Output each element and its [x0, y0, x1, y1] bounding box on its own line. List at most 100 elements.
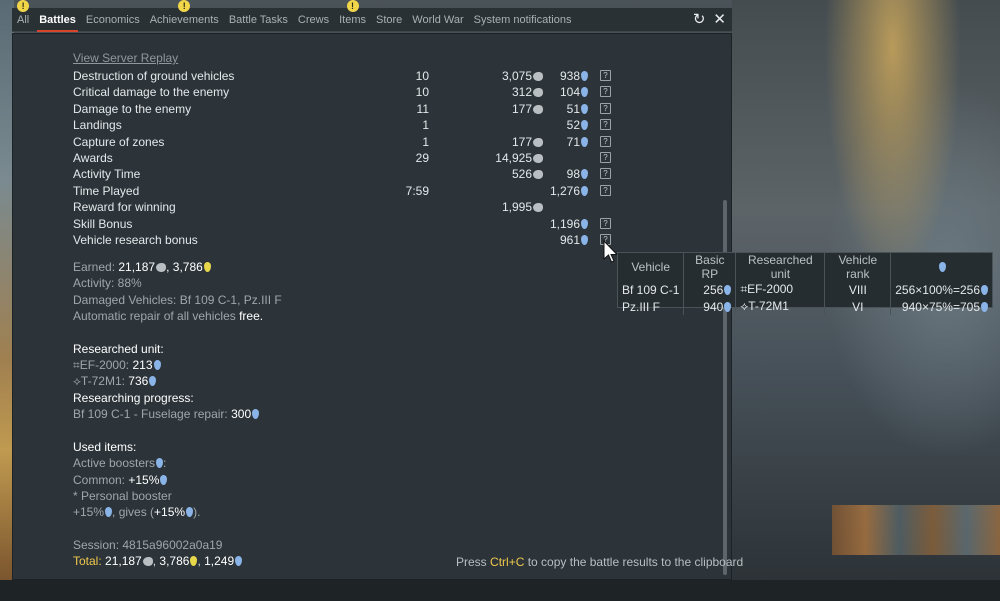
- stat-row: Critical damage to the enemy 10 312 104?: [73, 84, 673, 100]
- tooltip-row: Bf 109 C-1 256 ⌗EF-2000 VIII 256×100%=25…: [618, 281, 992, 298]
- hint-suffix: to copy the battle results to the clipbo…: [527, 555, 744, 569]
- tab-battle-tasks[interactable]: Battle Tasks: [224, 8, 293, 32]
- tab-items[interactable]: ! Items: [334, 0, 371, 32]
- gold-icon: [190, 556, 198, 566]
- researching-progress-line: Bf 109 C-1 - Fuselage repair: 300: [73, 406, 260, 422]
- repair-value: free.: [239, 309, 264, 323]
- help-icon[interactable]: ?: [600, 135, 611, 147]
- hint-key: Ctrl+C: [490, 555, 525, 569]
- earned-label: Earned:: [73, 260, 116, 274]
- stat-row: Activity Time 526 98?: [73, 166, 673, 182]
- vehicle-research-tooltip: Vehicle Basic RP Researched unit Vehicle…: [617, 252, 993, 315]
- tooltip-basic-rp: 256: [683, 281, 736, 298]
- researching-progress-title: Researching progress:: [73, 391, 194, 405]
- common-booster-line: Common: +15%: [73, 472, 168, 488]
- research-points-icon: [938, 262, 946, 272]
- unit-name: ⟡T-72M1:: [73, 374, 125, 388]
- tab-achievements[interactable]: ! Achievements: [145, 0, 224, 32]
- stat-count: 1: [422, 118, 429, 133]
- personal-value: +15%: [73, 505, 105, 519]
- tab-economics[interactable]: Economics: [81, 8, 145, 32]
- research-points-icon: [581, 218, 588, 229]
- help-icon[interactable]: ?: [600, 217, 611, 229]
- stat-row: Damage to the enemy 11 177 51?: [73, 101, 673, 117]
- personal-booster-value-line: +15%, gives (+15%).: [73, 504, 200, 520]
- common-value: +15%: [128, 473, 160, 487]
- tab-store[interactable]: Store: [371, 8, 407, 32]
- stat-label: Capture of zones: [73, 134, 165, 149]
- stat-row: Time Played 7:59 1,276?: [73, 183, 673, 199]
- stat-count: 11: [416, 101, 429, 116]
- personal-booster-line: * Personal booster: [73, 489, 172, 503]
- tab-label: Crews: [297, 13, 330, 26]
- stat-rp: 938: [473, 68, 588, 84]
- refresh-icon[interactable]: ↻: [693, 8, 706, 32]
- tab-crews[interactable]: Crews: [293, 8, 334, 32]
- gives-end: ).: [193, 505, 201, 519]
- researched-unit-2: ⟡T-72M1: 736: [73, 373, 157, 389]
- damaged-vehicles-line: Damaged Vehicles: Bf 109 C-1, Pz.III F: [73, 293, 282, 307]
- view-server-replay-link[interactable]: View Server Replay: [73, 51, 178, 65]
- help-icon[interactable]: ?: [600, 152, 611, 163]
- stat-label: Landings: [73, 118, 122, 133]
- tab-label: Store: [376, 13, 403, 26]
- tab-system-notifications[interactable]: System notifications: [469, 8, 577, 32]
- help-icon[interactable]: ?: [600, 70, 611, 81]
- repair-line: Automatic repair of all vehicles free.: [73, 308, 263, 324]
- stat-rp: 104: [473, 84, 588, 100]
- research-points-icon: [581, 185, 588, 196]
- stat-row: Awards 29 14,925?: [73, 150, 673, 166]
- stat-row: Capture of zones 1 177 71?: [73, 134, 673, 150]
- stat-rp: 1,276: [473, 183, 588, 199]
- stat-rp: 1,196: [473, 216, 588, 232]
- help-icon[interactable]: ?: [600, 184, 611, 196]
- stat-label: Reward for winning: [73, 200, 176, 215]
- tab-label: Items: [339, 13, 366, 26]
- active-boosters-line: Active boosters:: [73, 456, 167, 470]
- research-points-icon: [724, 284, 732, 295]
- stat-rp: 98: [473, 166, 588, 182]
- unit-rp: 736: [128, 374, 149, 388]
- help-icon[interactable]: ?: [600, 102, 611, 114]
- stat-row: Vehicle research bonus 961?: [73, 232, 673, 248]
- tooltip-unit: ⟡T-72M1: [735, 298, 825, 315]
- tab-all[interactable]: ! All: [12, 0, 34, 32]
- total-rp: 1,249: [204, 554, 235, 568]
- repair-label: Automatic repair of all vehicles: [73, 309, 236, 323]
- hint-prefix: Press: [456, 555, 487, 569]
- alert-icon: !: [17, 0, 30, 12]
- tooltip-table: Vehicle Basic RP Researched unit Vehicle…: [618, 253, 992, 315]
- tooltip-vehicle: Bf 109 C-1: [622, 282, 680, 297]
- research-points-icon: [105, 507, 113, 517]
- alert-icon: !: [178, 0, 191, 12]
- total-line: Total: 21,187, 3,786, 1,249: [73, 553, 243, 569]
- earned-sl: 21,187: [118, 260, 156, 274]
- tooltip-unit: ⌗EF-2000: [735, 281, 825, 298]
- stat-label: Activity Time: [73, 167, 141, 182]
- silver-lions-icon: [533, 203, 543, 213]
- tooltip-header: Researched unit: [735, 253, 825, 281]
- stat-label: Time Played: [73, 183, 140, 198]
- tooltip-rank: VIII: [824, 281, 891, 298]
- research-points-icon: [156, 458, 164, 468]
- close-icon[interactable]: ✕: [713, 8, 726, 32]
- help-icon[interactable]: ?: [600, 119, 611, 131]
- tab-world-war[interactable]: World War: [407, 8, 468, 32]
- tooltip-rank: VI: [824, 298, 891, 315]
- tab-label: Battle Tasks: [228, 13, 288, 26]
- tab-label: System notifications: [473, 13, 572, 26]
- research-points-icon: [581, 87, 588, 98]
- stat-row: Skill Bonus 1,196?: [73, 216, 673, 232]
- tab-label: Battles: [39, 13, 76, 26]
- tab-battles[interactable]: Battles: [34, 8, 81, 32]
- help-icon[interactable]: ?: [600, 86, 611, 98]
- research-points-icon: [981, 301, 988, 312]
- total-sl: 21,187: [105, 554, 142, 568]
- tab-label: World War: [412, 13, 464, 26]
- stat-label: Vehicle research bonus: [73, 233, 198, 247]
- research-points-icon: [581, 71, 588, 81]
- progress-label: Bf 109 C-1 - Fuselage repair:: [73, 407, 228, 421]
- help-icon[interactable]: ?: [600, 168, 611, 180]
- unit-name: ⌗EF-2000:: [73, 358, 130, 372]
- common-label: Common:: [73, 473, 126, 487]
